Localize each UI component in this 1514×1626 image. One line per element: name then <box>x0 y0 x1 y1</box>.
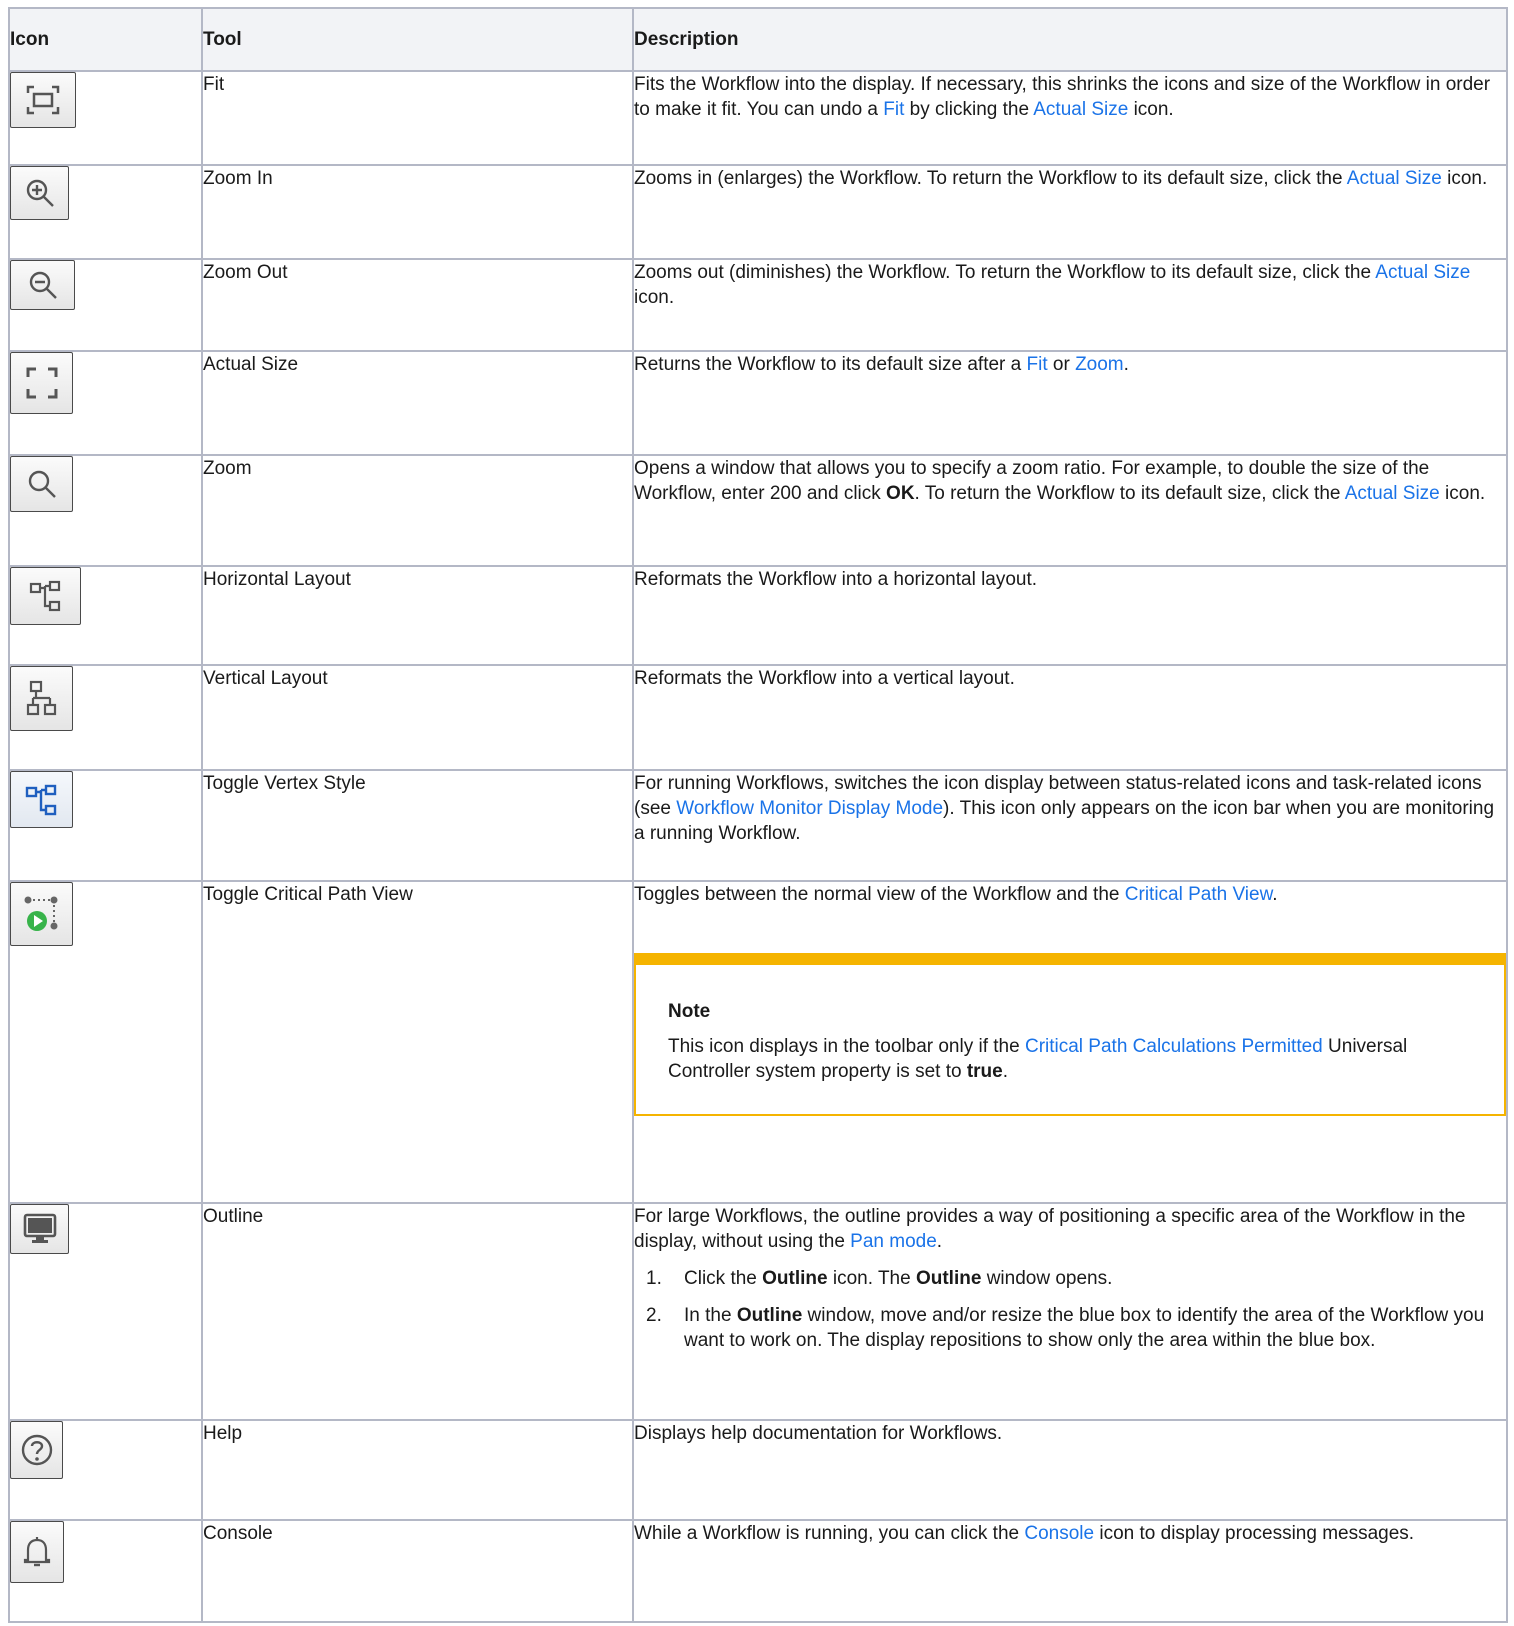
note-body: This icon displays in the toolbar only i… <box>668 1036 1408 1082</box>
tool-name: Toggle Critical Path View <box>201 880 634 1204</box>
table-row: Zoom In Zooms in (enlarges) the Workflow… <box>8 164 1508 260</box>
critical-path-icon[interactable] <box>10 882 73 946</box>
table-row: Fit Fits the Workflow into the display. … <box>8 70 1508 166</box>
tool-description: Zooms in (enlarges) the Workflow. To ret… <box>632 164 1508 260</box>
tool-name: Zoom In <box>201 164 634 260</box>
table-row: Console While a Workflow is running, you… <box>8 1519 1508 1623</box>
header-icon: Icon <box>8 7 203 72</box>
pan-mode-link[interactable]: Pan mode <box>850 1231 937 1252</box>
tool-name: Zoom Out <box>201 258 634 352</box>
actual-size-link[interactable]: Actual Size <box>1033 99 1128 120</box>
fit-icon[interactable] <box>10 72 76 128</box>
zoom-in-icon[interactable] <box>10 166 69 220</box>
workflow-monitor-display-mode-link[interactable]: Workflow Monitor Display Mode <box>676 798 943 819</box>
icon-cell <box>8 1419 203 1521</box>
icon-cell <box>8 1519 203 1623</box>
table-row: Actual Size Returns the Workflow to its … <box>8 350 1508 456</box>
tool-name: Vertical Layout <box>201 664 634 771</box>
outline-steps: 1. Click the Outline icon. The Outline wi… <box>634 1266 1506 1353</box>
tool-description: Displays help documentation for Workflow… <box>632 1419 1508 1521</box>
icon-cell <box>8 769 203 882</box>
actual-size-link[interactable]: Actual Size <box>1345 483 1440 504</box>
tool-description: Opens a window that allows you to specif… <box>632 454 1508 567</box>
tool-name: Console <box>201 1519 634 1623</box>
list-item: 2. In the Outline window, move and/or res… <box>646 1305 1485 1351</box>
table-header-row: Icon Tool Description <box>8 7 1508 72</box>
actual-size-link[interactable]: Actual Size <box>1375 262 1470 283</box>
table-row: Toggle Critical Path View Toggles betwee… <box>8 880 1508 1204</box>
table-row: Zoom Opens a window that allows you to s… <box>8 454 1508 567</box>
table-row: Outline For large Workflows, the outline… <box>8 1202 1508 1421</box>
tool-description: Reformats the Workflow into a horizontal… <box>632 565 1508 666</box>
icon-cell <box>8 258 203 352</box>
tool-description: Fits the Workflow into the display. If n… <box>632 70 1508 166</box>
header-tool: Tool <box>201 7 634 72</box>
tool-description: Returns the Workflow to its default size… <box>632 350 1508 456</box>
tool-name: Actual Size <box>201 350 634 456</box>
tool-description: For large Workflows, the outline provide… <box>632 1202 1508 1421</box>
help-icon[interactable] <box>10 1421 63 1479</box>
zoom-out-icon[interactable] <box>10 260 75 310</box>
tool-description: Zooms out (diminishes) the Workflow. To … <box>632 258 1508 352</box>
icon-cell <box>8 1202 203 1421</box>
table-row: Horizontal Layout Reformats the Workflow… <box>8 565 1508 666</box>
monitor-icon[interactable] <box>10 1204 69 1254</box>
note-title: Note <box>668 1001 711 1022</box>
table-row: Zoom Out Zooms out (diminishes) the Work… <box>8 258 1508 352</box>
icon-cell <box>8 664 203 771</box>
critical-path-view-link[interactable]: Critical Path View <box>1125 884 1273 905</box>
tool-name: Fit <box>201 70 634 166</box>
actual-size-link[interactable]: Actual Size <box>1347 168 1442 189</box>
fit-link[interactable]: Fit <box>883 99 904 120</box>
actual-size-icon[interactable] <box>10 352 73 414</box>
tool-description: Reformats the Workflow into a vertical l… <box>632 664 1508 771</box>
console-link[interactable]: Console <box>1024 1523 1094 1544</box>
zoom-link[interactable]: Zoom <box>1075 354 1124 375</box>
tool-name: Outline <box>201 1202 634 1421</box>
tool-name: Zoom <box>201 454 634 567</box>
tool-description: While a Workflow is running, you can cli… <box>632 1519 1508 1623</box>
tool-description: For running Workflows, switches the icon… <box>632 769 1508 882</box>
tool-name: Horizontal Layout <box>201 565 634 666</box>
tool-name: Toggle Vertex Style <box>201 769 634 882</box>
list-item: 1. Click the Outline icon. The Outline wi… <box>646 1268 1113 1289</box>
vertical-layout-icon[interactable] <box>10 666 73 731</box>
icon-cell <box>8 880 203 1204</box>
fit-link[interactable]: Fit <box>1027 354 1048 375</box>
table-row: Vertical Layout Reformats the Workflow i… <box>8 664 1508 771</box>
icon-cell <box>8 350 203 456</box>
critical-path-calculations-permitted-link[interactable]: Critical Path Calculations Permitted <box>1025 1036 1323 1057</box>
bell-icon[interactable] <box>10 1521 64 1583</box>
tool-name: Help <box>201 1419 634 1521</box>
table-row: Toggle Vertex Style For running Workflow… <box>8 769 1508 882</box>
header-description: Description <box>632 7 1508 72</box>
zoom-icon[interactable] <box>10 456 73 512</box>
icon-cell <box>8 70 203 166</box>
toolbar-icons-table: Icon Tool Description Fit Fits the Workf… <box>8 7 1508 1623</box>
icon-cell <box>8 565 203 666</box>
toggle-vertex-style-icon[interactable] <box>10 771 73 828</box>
icon-cell <box>8 454 203 567</box>
horizontal-layout-icon[interactable] <box>10 567 81 625</box>
table-row: Help Displays help documentation for Wor… <box>8 1419 1508 1521</box>
icon-cell <box>8 164 203 260</box>
note-callout: Note This icon displays in the toolbar o… <box>634 953 1506 1116</box>
tool-description: Toggles between the normal view of the W… <box>632 880 1508 1204</box>
